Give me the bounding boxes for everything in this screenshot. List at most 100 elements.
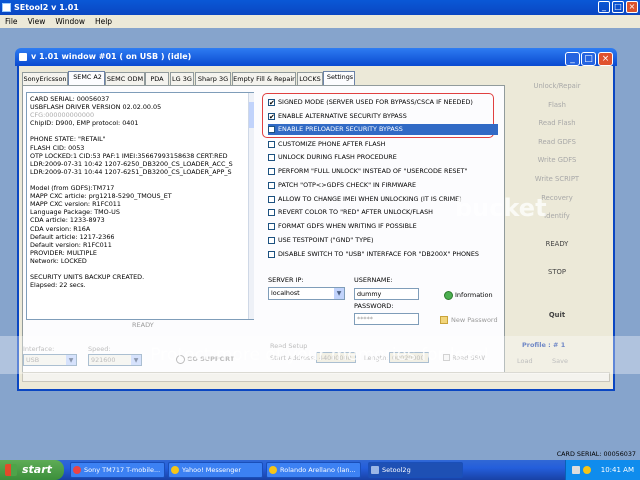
log-line: ChipID: D900, EMP protocol: 0401 — [30, 119, 139, 128]
checkbox-empty[interactable] — [268, 182, 275, 189]
action-write-script-button[interactable]: Write SCRIPT — [508, 171, 606, 187]
log-status: READY — [132, 321, 154, 329]
task-label: Yahoo! Messenger — [182, 466, 242, 474]
checkmark-icon[interactable]: ✔ — [268, 126, 275, 134]
menu-file[interactable]: File — [5, 17, 18, 26]
server-ip-label: SERVER IP: — [268, 276, 304, 284]
people-icon — [444, 291, 453, 300]
clock: 10:41 AM — [600, 466, 634, 474]
chevron-down-icon: ▼ — [334, 288, 344, 299]
setting-checkbox-row[interactable]: FORMAT GDFS WHEN WRITING IF POSSIBLE — [268, 221, 498, 232]
task-label: Rolando Arellano (lan... — [280, 466, 356, 474]
checkbox-empty[interactable] — [268, 141, 275, 148]
action-stop-button[interactable]: STOP — [508, 264, 606, 280]
outer-maximize-button[interactable]: □ — [612, 1, 624, 13]
log-line: PROVIDER: MULTIPLE — [30, 248, 97, 257]
log-line: MAPP CXC article: prg1218-5290_TMOUS_ET — [30, 192, 172, 201]
menu-window[interactable]: Window — [55, 17, 85, 26]
tab-sonyericsson[interactable]: SonyEricsson — [22, 72, 68, 85]
setting-checkbox-row[interactable]: USE TESTPOINT ("GND" TYPE) — [268, 235, 498, 246]
menu-view[interactable]: View — [28, 17, 46, 26]
messenger-icon[interactable] — [583, 466, 591, 474]
close-button[interactable]: × — [598, 52, 613, 66]
tab-empty-fill-repair[interactable]: Empty Fill & Repair — [232, 72, 296, 85]
setting-checkbox-row[interactable]: DISABLE SWITCH TO "USB" INTERFACE FOR "D… — [268, 249, 498, 260]
tab-lg-3g[interactable]: LG 3G — [170, 72, 194, 85]
tab-semc-odm[interactable]: SEMC ODM — [105, 72, 145, 85]
lock-icon — [440, 316, 448, 324]
log-line: CARD SERIAL: 00056037 — [30, 95, 110, 103]
action-quit-button[interactable]: Quit — [508, 307, 606, 323]
setting-checkbox-row[interactable]: PERFORM "FULL UNLOCK" INSTEAD OF "USERCO… — [268, 166, 498, 177]
password-input[interactable]: ***** — [354, 313, 419, 325]
log-line: MAPP CXC version: R1FC011 — [30, 200, 121, 209]
checkbox-empty[interactable] — [268, 223, 275, 230]
menu-help[interactable]: Help — [95, 17, 112, 26]
minimize-button[interactable]: _ — [565, 52, 580, 66]
task-sony-tm717[interactable]: Sony TM717 T-mobile... — [70, 462, 165, 478]
action-panel: Unlock/Repair Flash Read Flash Read GDFS Wri… — [508, 70, 610, 380]
log-line: PHONE STATE: "RETAIL" — [30, 135, 106, 144]
log-line: Model (from GDFS):TM717 — [30, 184, 115, 193]
task-setool2g[interactable]: Setool2g — [368, 462, 463, 478]
setting-checkbox-row[interactable]: CUSTOMIZE PHONE AFTER FLASH — [268, 139, 498, 150]
log-line: USBFLASH DRIVER VERSION 02.02.00.05 — [30, 103, 162, 112]
checkbox-empty[interactable] — [268, 196, 275, 203]
setting-label: PERFORM "FULL UNLOCK" INSTEAD OF "USERCO… — [278, 167, 468, 175]
action-read-flash-button[interactable]: Read Flash — [508, 115, 606, 131]
action-ready-button[interactable]: READY — [508, 236, 606, 252]
setting-label: ENABLE PRELOADER SECURITY BYPASS — [278, 125, 403, 133]
watermark-logo: bucket — [455, 194, 547, 222]
checkbox-empty[interactable] — [268, 154, 275, 161]
checkmark-icon[interactable]: ✔ — [268, 113, 275, 121]
checkbox-empty[interactable] — [268, 209, 275, 216]
new-password-button[interactable]: New Password — [451, 316, 498, 324]
task-rolando-arellano[interactable]: Rolando Arellano (lan... — [266, 462, 361, 478]
checkbox-empty[interactable] — [268, 237, 275, 244]
action-read-gdfs-button[interactable]: Read GDFS — [508, 134, 606, 150]
checkmark-icon[interactable]: ✔ — [268, 99, 275, 107]
log-output[interactable]: CARD SERIAL: 00056037 USBFLASH DRIVER VER… — [26, 92, 254, 320]
setting-checkbox-row[interactable]: PATCH "OTP<>GDFS CHECK" IN FIRMWARE — [268, 180, 498, 191]
action-flash-button[interactable]: Flash — [508, 97, 606, 113]
maximize-button[interactable]: □ — [581, 52, 596, 66]
smiley-icon — [171, 466, 179, 474]
tab-locks[interactable]: LOCKS — [297, 72, 323, 85]
task-yahoo-messenger[interactable]: Yahoo! Messenger — [168, 462, 263, 478]
tab-pda[interactable]: PDA — [145, 72, 169, 85]
log-line: Network: LOCKED — [30, 256, 87, 265]
outer-close-button[interactable]: × — [626, 1, 638, 13]
username-input[interactable]: dummy — [354, 288, 419, 300]
setting-checkbox-row[interactable]: ✔ SIGNED MODE (SERVER USED FOR BYPASS/CSC… — [268, 97, 498, 108]
checkbox-empty[interactable] — [268, 251, 275, 258]
log-line: CDA version: R16A — [30, 224, 91, 233]
log-line: CFG:000000000000 — [30, 111, 95, 120]
setting-checkbox-row[interactable]: ✔ ENABLE PRELOADER SECURITY BYPASS — [268, 124, 498, 135]
server-ip-select[interactable]: localhost ▼ — [268, 287, 345, 300]
system-tray: 10:41 AM — [565, 460, 640, 480]
log-line: Elapsed: 22 secs. — [30, 281, 86, 290]
setting-checkbox-row[interactable]: UNLOCK DURING FLASH PROCEDURE — [268, 152, 498, 163]
log-line: Language Package: TMO-US — [30, 208, 120, 217]
network-icon[interactable] — [572, 466, 580, 474]
information-button[interactable]: Information — [455, 291, 493, 299]
tool-window-title: v 1.01 window #01 ( on USB ) (idle) — [31, 52, 192, 61]
setting-checkbox-row[interactable]: ✔ ENABLE ALTERNATIVE SECURITY BYPASS — [268, 111, 498, 122]
setting-label: ALLOW TO CHANGE IMEI WHEN UNLOCKING (IT … — [278, 195, 462, 203]
setting-label: UNLOCK DURING FLASH PROCEDURE — [278, 153, 397, 161]
log-scrollbar-thumb[interactable] — [249, 102, 254, 128]
outer-minimize-button[interactable]: _ — [598, 1, 610, 13]
start-button[interactable]: start — [0, 460, 64, 480]
password-label: PASSWORD: — [354, 302, 394, 310]
menu-bar: File View Window Help — [0, 15, 640, 28]
tab-sharp-3g[interactable]: Sharp 3G — [195, 72, 231, 85]
tab-settings[interactable]: Settings — [323, 71, 355, 86]
setting-label: SIGNED MODE (SERVER USED FOR BYPASS/CSCA… — [278, 98, 473, 106]
task-label: Setool2g — [382, 466, 411, 474]
checkbox-empty[interactable] — [268, 168, 275, 175]
setting-label: USE TESTPOINT ("GND" TYPE) — [278, 236, 374, 244]
action-write-gdfs-button[interactable]: Write GDFS — [508, 152, 606, 168]
tab-semc-a2[interactable]: SEMC A2 — [68, 71, 105, 86]
action-unlock-repair-button[interactable]: Unlock/Repair — [508, 78, 606, 94]
